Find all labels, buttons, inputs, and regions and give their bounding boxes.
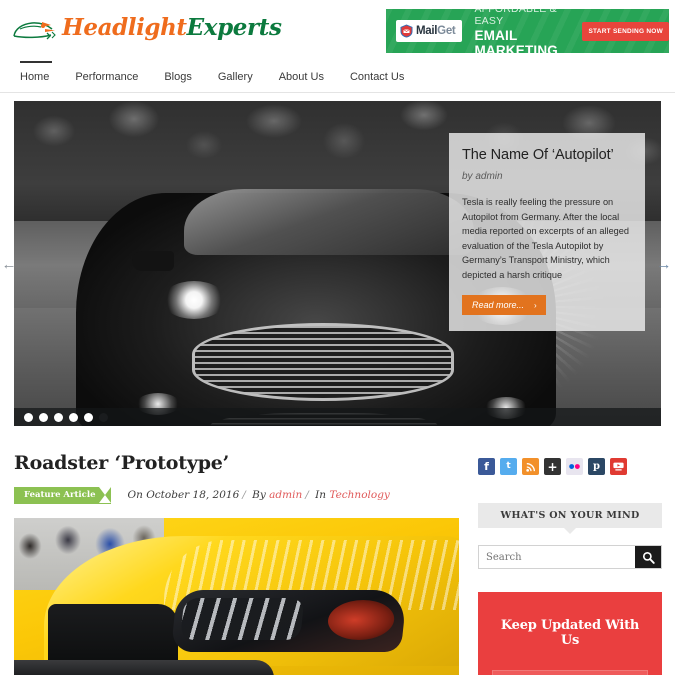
post-author-link[interactable]: admin <box>269 489 302 501</box>
post-featured-image-yellow-mustang[interactable] <box>14 517 459 675</box>
post-in-prefix: In <box>315 489 327 502</box>
slider-next-arrow-icon[interactable]: → <box>655 256 673 274</box>
nav-item-performance[interactable]: Performance <box>62 62 151 93</box>
ad-brand-part1: Mail <box>416 25 438 37</box>
youtube-icon[interactable] <box>610 458 627 475</box>
slider-dot-4[interactable] <box>69 412 78 422</box>
slide-excerpt: Tesla is really feeling the pressure on … <box>462 197 630 280</box>
headlight-car-logo-icon <box>13 22 56 40</box>
logo-text-secondary: Experts <box>186 14 282 41</box>
slider-dot-3[interactable] <box>54 412 63 422</box>
facebook-icon[interactable]: f <box>478 458 495 475</box>
chevron-right-icon: › <box>534 301 537 311</box>
ad-headline-top: AFFORDABLE & EASY <box>474 9 557 27</box>
youtube-glyph-icon <box>613 462 624 471</box>
sidebar: f t + p WHAT'S ON YOUR MIND Search Keep … <box>478 436 662 675</box>
rss-icon[interactable] <box>522 458 539 475</box>
post-meta: Feature Article On October 18, 2016/ By … <box>14 487 459 504</box>
page-root: HeadlightExperts MailGet AFFORDABLE & EA… <box>0 0 675 675</box>
slide-byline: by admin <box>462 171 503 182</box>
newsletter-widget: Keep Updated With Us <box>478 592 662 675</box>
flickr-dots-icon <box>569 464 580 469</box>
newsletter-name-field[interactable] <box>492 670 648 675</box>
social-links: f t + p <box>478 458 662 475</box>
nav-item-contact-us[interactable]: Contact Us <box>337 62 417 93</box>
status-badge: Feature Article <box>14 487 112 504</box>
widget-header-whats-on-your-mind: WHAT'S ON YOUR MIND <box>478 503 662 534</box>
meta-separator-2: / <box>305 489 309 502</box>
slider-dot-2[interactable] <box>39 412 48 422</box>
slider-dot-6[interactable] <box>99 412 108 422</box>
read-more-label: Read more... <box>472 300 525 311</box>
slider-dot-1[interactable] <box>24 412 33 422</box>
post-meta-text: On October 18, 2016/ By admin / In Techno… <box>127 489 389 501</box>
ad-brand-logo: MailGet <box>396 20 463 42</box>
slider-dot-5[interactable] <box>84 412 93 422</box>
post-date: On October 18, 2016 <box>127 489 240 502</box>
rss-glyph-icon <box>525 462 535 472</box>
widget-title: WHAT'S ON YOUR MIND <box>500 510 640 521</box>
ad-brand-part2: Get <box>437 25 456 37</box>
post-category-link[interactable]: Technology <box>329 489 389 501</box>
newsletter-title: Keep Updated With Us <box>500 618 640 648</box>
nav-item-home[interactable]: Home <box>14 61 62 93</box>
twitter-icon[interactable]: t <box>500 458 517 475</box>
pinterest-icon[interactable]: p <box>588 458 605 475</box>
post-by-prefix: By <box>252 489 266 502</box>
slide-title: The Name Of ‘Autopilot’ <box>462 147 614 163</box>
search-input[interactable] <box>479 546 635 568</box>
slide-read-more-button[interactable]: Read more... › <box>462 295 546 316</box>
slide-caption: The Name Of ‘Autopilot’ by admin Tesla i… <box>449 133 645 332</box>
nav-item-blogs[interactable]: Blogs <box>151 62 205 93</box>
ad-cta-button[interactable]: START SENDING NOW <box>582 21 669 41</box>
google-plus-icon[interactable]: + <box>544 458 561 475</box>
search-icon <box>642 551 655 564</box>
hero-slider: The Name Of ‘Autopilot’ by admin Tesla i… <box>14 101 661 426</box>
nav-item-gallery[interactable]: Gallery <box>205 62 266 93</box>
slider-pagination <box>14 408 661 426</box>
site-header: HeadlightExperts MailGet AFFORDABLE & EA… <box>0 0 675 62</box>
post-title[interactable]: Roadster ‘Prototype’ <box>14 452 459 474</box>
nav-item-about-us[interactable]: About Us <box>266 62 337 93</box>
site-logo[interactable]: HeadlightExperts <box>12 14 282 42</box>
mailget-badge-icon <box>400 24 413 38</box>
meta-separator-1: / <box>242 489 246 502</box>
ad-headline-main: EMAIL MARKETING <box>474 27 558 53</box>
flickr-icon[interactable] <box>566 458 583 475</box>
banner-ad[interactable]: MailGet AFFORDABLE & EASY EMAIL MARKETIN… <box>386 9 669 53</box>
ad-copy: AFFORDABLE & EASY EMAIL MARKETING <box>474 9 573 53</box>
logo-text-primary: Headlight <box>62 14 187 41</box>
search-button[interactable] <box>635 546 661 568</box>
slider-prev-arrow-icon[interactable]: ← <box>0 256 18 274</box>
main-column: Roadster ‘Prototype’ Feature Article On … <box>14 436 459 675</box>
main-navigation: Home Performance Blogs Gallery About Us … <box>0 61 675 93</box>
search-bar <box>478 545 662 569</box>
logo-wordmark: HeadlightExperts <box>62 14 282 42</box>
